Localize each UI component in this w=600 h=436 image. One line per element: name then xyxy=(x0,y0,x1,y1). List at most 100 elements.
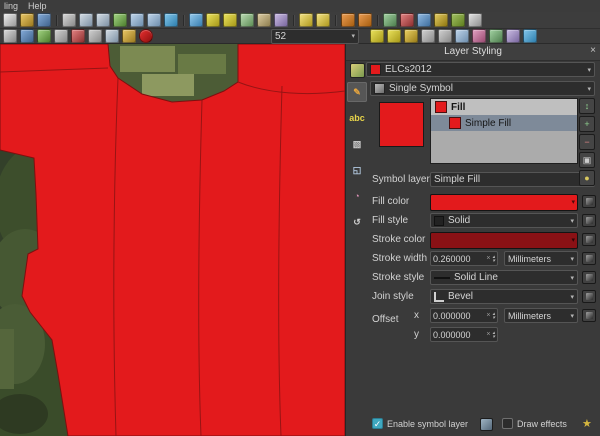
record-icon[interactable] xyxy=(139,29,153,43)
fill-style-swatch xyxy=(434,216,444,226)
zoom-in-icon[interactable] xyxy=(79,13,93,27)
processing-toolbox-icon[interactable] xyxy=(434,13,448,27)
zoom-next-icon[interactable] xyxy=(147,13,161,27)
fill-style-combo[interactable]: Solid ▾ xyxy=(430,213,578,228)
clear-icon[interactable]: × xyxy=(486,331,490,338)
tab-masks[interactable]: ▧ xyxy=(347,134,367,154)
stroke-style-combo[interactable]: Solid Line ▾ xyxy=(430,270,578,285)
symbol-tree-item-simple-fill[interactable]: Simple Fill xyxy=(431,115,577,131)
label-highlight-icon[interactable] xyxy=(404,29,418,43)
effects-customize-icon[interactable]: ★ xyxy=(582,417,592,430)
statistics-icon[interactable] xyxy=(274,13,288,27)
stroke-width-unit-combo[interactable]: Millimeters ▾ xyxy=(504,251,578,266)
symbol-tree-item-fill[interactable]: Fill xyxy=(431,99,577,115)
text-annotation-icon[interactable] xyxy=(299,13,313,27)
tab-3d-view[interactable]: ◱ xyxy=(347,160,367,180)
select-features-icon[interactable] xyxy=(206,13,220,27)
tab-labels[interactable]: abc xyxy=(347,108,367,128)
clear-icon[interactable]: × xyxy=(486,255,490,262)
zoom-last-icon[interactable] xyxy=(130,13,144,27)
join-style-combo[interactable]: Bevel ▾ xyxy=(430,289,578,304)
project-save-icon[interactable] xyxy=(37,13,51,27)
line-sample-icon xyxy=(434,277,450,279)
zoom-out-icon[interactable] xyxy=(96,13,110,27)
symbol-move-button[interactable]: ↕ xyxy=(579,98,595,114)
python-console-icon[interactable] xyxy=(417,13,431,27)
draw-effects-checkbox[interactable] xyxy=(502,418,513,429)
toggle-visibility-icon[interactable] xyxy=(480,418,493,431)
main-toolbar xyxy=(0,12,600,29)
remove-symbol-layer-button[interactable]: − xyxy=(579,134,595,150)
identify-icon[interactable] xyxy=(189,13,203,27)
layers-panel-icon[interactable] xyxy=(383,13,397,27)
symbology-mode-combo[interactable]: Single Symbol ▾ xyxy=(370,81,595,96)
label-pin-icon[interactable] xyxy=(387,29,401,43)
save-edits-icon[interactable] xyxy=(20,29,34,43)
stroke-width-override-button[interactable] xyxy=(582,252,596,265)
layer-select-combo[interactable]: ELCs2012 ▾ xyxy=(366,62,595,77)
tab-history[interactable]: ↺ xyxy=(347,212,367,232)
new-bookmark-icon[interactable] xyxy=(341,13,355,27)
measure-icon[interactable] xyxy=(257,13,271,27)
offset-x-spinbox[interactable]: 0.000000 × ▴▾ xyxy=(430,308,498,323)
grass-tools-icon[interactable] xyxy=(451,13,465,27)
zoom-full-icon[interactable] xyxy=(113,13,127,27)
offset-y-spinbox[interactable]: 0.000000 × ▴▾ xyxy=(430,327,498,342)
deselect-icon[interactable] xyxy=(223,13,237,27)
show-bookmarks-icon[interactable] xyxy=(358,13,372,27)
fill-color-button[interactable]: ▾ xyxy=(430,194,578,211)
stroke-width-spinbox[interactable]: 0.260000 × ▴▾ xyxy=(430,251,498,266)
offset-unit-combo[interactable]: Millimeters ▾ xyxy=(504,308,578,323)
vertex-tool-icon[interactable] xyxy=(54,29,68,43)
tab-symbology[interactable]: ✎ xyxy=(347,82,367,102)
map-canvas[interactable] xyxy=(0,44,345,436)
menu-item-truncated[interactable]: ling xyxy=(4,1,18,11)
join-style-override-button[interactable] xyxy=(582,290,596,303)
duplicate-symbol-layer-button[interactable]: ▣ xyxy=(579,152,595,168)
fill-style-override-button[interactable] xyxy=(582,214,596,227)
offset-x-value: 0.000000 xyxy=(433,311,486,321)
label-move-icon[interactable] xyxy=(421,29,435,43)
spin-arrows-icon[interactable]: ▴▾ xyxy=(492,312,495,320)
clear-icon[interactable]: × xyxy=(486,312,490,319)
project-new-icon[interactable] xyxy=(3,13,17,27)
label-rotate-icon[interactable] xyxy=(438,29,452,43)
stroke-color-override-button[interactable] xyxy=(582,233,596,246)
paste-features-icon[interactable] xyxy=(122,29,136,43)
close-panel-icon[interactable]: × xyxy=(590,45,596,56)
cut-features-icon[interactable] xyxy=(88,29,102,43)
spin-arrows-icon[interactable]: ▴▾ xyxy=(492,331,495,339)
offset-unit: Millimeters xyxy=(508,311,551,321)
pan-map-icon[interactable] xyxy=(62,13,76,27)
labeling-icon[interactable] xyxy=(370,29,384,43)
enable-symbol-layer-checkbox[interactable]: ✓ xyxy=(372,418,383,429)
tab-diagrams[interactable]: ◔ xyxy=(347,186,367,206)
map-tips-icon[interactable] xyxy=(523,29,537,43)
style-manager-icon[interactable] xyxy=(400,13,414,27)
add-symbol-layer-button[interactable]: + xyxy=(579,116,595,132)
toolbar-combo[interactable]: 52 ▾ xyxy=(271,29,359,44)
copy-features-icon[interactable] xyxy=(105,29,119,43)
form-annotation-icon[interactable] xyxy=(316,13,330,27)
help-icon[interactable] xyxy=(468,13,482,27)
lock-symbol-color-button[interactable]: ● xyxy=(579,170,595,186)
label-change-icon[interactable] xyxy=(455,29,469,43)
offset-override-button[interactable] xyxy=(582,309,596,322)
menu-item-help[interactable]: Help xyxy=(28,1,47,11)
decoration-icon[interactable] xyxy=(489,29,503,43)
effects-icon[interactable] xyxy=(506,29,520,43)
map-refresh-icon[interactable] xyxy=(164,13,178,27)
add-feature-icon[interactable] xyxy=(37,29,51,43)
symbol-layer-tree: FillSimple Fill xyxy=(430,98,578,164)
diagram-icon[interactable] xyxy=(472,29,486,43)
spin-arrows-icon[interactable]: ▴▾ xyxy=(492,255,495,263)
stroke-style-override-button[interactable] xyxy=(582,271,596,284)
layer-combo-value: ELCs2012 xyxy=(385,64,432,75)
attribute-table-icon[interactable] xyxy=(240,13,254,27)
project-open-icon[interactable] xyxy=(20,13,34,27)
toggle-editing-icon[interactable] xyxy=(3,29,17,43)
stroke-color-button[interactable]: ▾ xyxy=(430,232,578,249)
delete-selected-icon[interactable] xyxy=(71,29,85,43)
symbol-layer-type-combo[interactable]: Simple Fill ▾ xyxy=(430,172,595,187)
fill-color-override-button[interactable] xyxy=(582,195,596,208)
